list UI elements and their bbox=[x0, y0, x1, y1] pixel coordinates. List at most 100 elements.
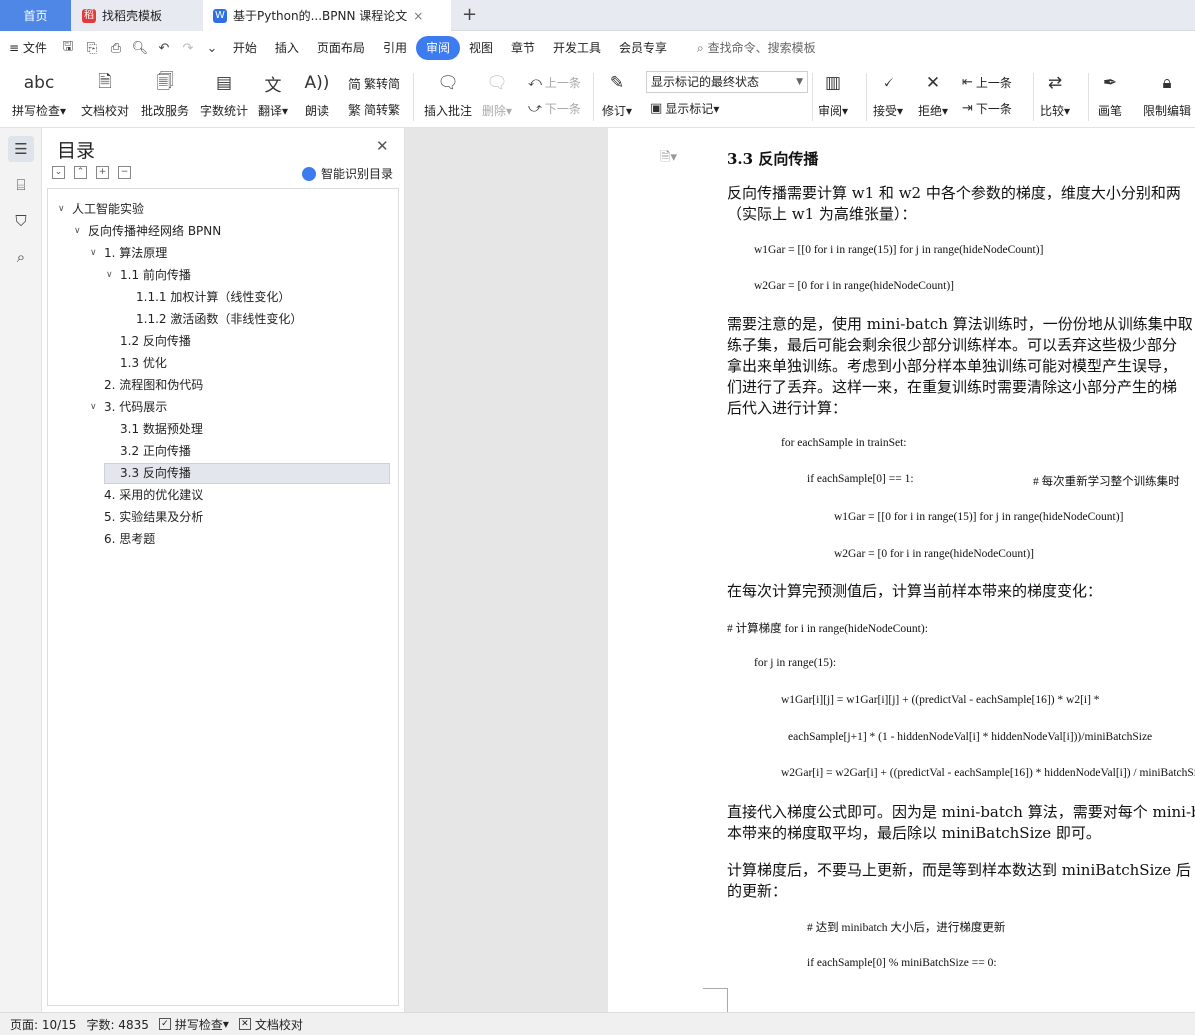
toc-item[interactable]: ∨3. 代码展示 bbox=[90, 397, 167, 418]
toc-item[interactable]: 2. 流程图和伪代码 bbox=[104, 375, 203, 396]
pen-button[interactable]: ✒画笔 bbox=[1097, 69, 1123, 119]
accept-button[interactable]: 🗸接受▾ bbox=[873, 69, 903, 119]
ribbon-divider bbox=[413, 73, 414, 121]
doc-check-button[interactable]: 🗎文档校对 bbox=[81, 69, 129, 119]
toc-item[interactable]: 3.1 数据预处理 bbox=[120, 419, 203, 440]
tab-home[interactable]: 首页 bbox=[0, 0, 71, 31]
chevron-down-icon[interactable]: ∨ bbox=[58, 199, 72, 220]
expand-all-icon[interactable]: ⌄ bbox=[52, 166, 65, 179]
command-search-label: 查找命令、搜索模板 bbox=[708, 41, 816, 55]
chevron-down-icon[interactable]: ∨ bbox=[106, 265, 120, 286]
chevron-down-icon[interactable]: ∨ bbox=[90, 397, 104, 418]
simp-to-trad-button[interactable]: 繁简转繁 bbox=[348, 100, 400, 119]
bookmark-icon[interactable]: ⛉ bbox=[8, 208, 34, 234]
ribbon-divider bbox=[866, 73, 867, 121]
doc-check-toggle[interactable]: ✕文档校对 bbox=[239, 1016, 303, 1033]
redo-icon[interactable]: ↷ bbox=[179, 39, 197, 57]
document-canvas[interactable]: 🗎▾ 3.3 反向传播 反向传播需要计算 w1 和 w2 中各个参数的梯度，维度… bbox=[405, 128, 1195, 1012]
checkbox-icon: ✕ bbox=[239, 1018, 251, 1030]
collapse-all-icon[interactable]: ⌃ bbox=[74, 166, 87, 179]
delete-comment-button[interactable]: 🗨删除▾ bbox=[482, 69, 512, 119]
revise-service-button[interactable]: 🗐批改服务 bbox=[141, 69, 189, 119]
find-icon[interactable]: ⌕ bbox=[8, 244, 34, 270]
toc-item[interactable]: 1.2 反向传播 bbox=[120, 331, 191, 352]
read-aloud-button[interactable]: A))朗读 bbox=[304, 69, 330, 119]
menu-member[interactable]: 会员专享 bbox=[610, 36, 676, 60]
restrict-edit-button[interactable]: 🔒︎限制编辑 bbox=[1143, 69, 1191, 119]
toc-item-label: 人工智能实验 bbox=[72, 199, 144, 220]
read-aloud-icon: A)) bbox=[304, 69, 330, 97]
track-changes-button[interactable]: ✎修订▾ bbox=[602, 69, 632, 119]
menu-chapter[interactable]: 章节 bbox=[502, 36, 544, 60]
toc-item[interactable]: 1.1.2 激活函数（非线性变化） bbox=[136, 309, 302, 330]
next-comment-button[interactable]: ⤻下一条 bbox=[528, 100, 581, 117]
review-pane-button[interactable]: ▥审阅▾ bbox=[818, 69, 848, 119]
page-indicator[interactable]: 页面: 10/15 bbox=[10, 1016, 76, 1033]
chevron-down-icon[interactable]: ∨ bbox=[74, 221, 88, 242]
toc-panel-icon[interactable]: ☰ bbox=[8, 136, 34, 162]
tab-close-icon[interactable]: × bbox=[413, 9, 423, 23]
file-menu[interactable]: ≡ 文件 bbox=[0, 36, 56, 60]
spell-check-button[interactable]: abc拼写检查▾ bbox=[12, 69, 66, 119]
command-search[interactable]: ⌕ 查找命令、搜索模板 bbox=[688, 36, 825, 60]
toc-item[interactable]: ∨反向传播神经网络 BPNN bbox=[74, 221, 221, 242]
toc-item[interactable]: 3.2 正向传播 bbox=[120, 441, 191, 462]
chevron-down-icon[interactable]: ∨ bbox=[90, 243, 104, 264]
menu-developer[interactable]: 开发工具 bbox=[544, 36, 610, 60]
tab-document[interactable]: W基于Python的...BPNN 课程论文× bbox=[203, 0, 451, 31]
toc-item[interactable]: 4. 采用的优化建议 bbox=[104, 485, 203, 506]
paragraph-line: 在每次计算完预测值后，计算当前样本带来的梯度变化： bbox=[727, 581, 1102, 602]
menu-insert[interactable]: 插入 bbox=[266, 36, 308, 60]
toc-item[interactable]: 5. 实验结果及分析 bbox=[104, 507, 203, 528]
spell-check-toggle[interactable]: ✓拼写检查 ▾ bbox=[159, 1016, 229, 1033]
toc-item[interactable]: 1.3 优化 bbox=[120, 353, 167, 374]
next-change-button[interactable]: ⇥下一条 bbox=[962, 100, 1012, 117]
toc-item[interactable]: ∨1.1 前向传播 bbox=[106, 265, 191, 286]
prev-comment-icon: ⤺ bbox=[528, 75, 542, 90]
toc-item[interactable]: ∨1. 算法原理 bbox=[90, 243, 167, 264]
code-line: for eachSample in trainSet: bbox=[781, 437, 907, 449]
prev-change-button[interactable]: ⇤上一条 bbox=[962, 74, 1012, 91]
menu-start[interactable]: 开始 bbox=[224, 36, 266, 60]
toc-item-selected[interactable]: 3.3 反向传播 bbox=[104, 463, 390, 484]
menu-references[interactable]: 引用 bbox=[374, 36, 416, 60]
doc-check-icon: 🗎 bbox=[92, 69, 118, 97]
word-count-indicator[interactable]: 字数: 4835 bbox=[86, 1016, 148, 1033]
save-icon[interactable]: 🖫 bbox=[59, 39, 77, 57]
add-level-icon[interactable]: + bbox=[96, 166, 109, 179]
menu-review[interactable]: 审阅 bbox=[416, 36, 460, 60]
chapter-nav-icon[interactable]: ⌸ bbox=[8, 172, 34, 198]
toc-item[interactable]: ∨人工智能实验 bbox=[58, 199, 144, 220]
print-icon[interactable]: ⎙ bbox=[107, 39, 125, 57]
tab-home-label: 首页 bbox=[23, 7, 47, 24]
toc-item[interactable]: 6. 思考题 bbox=[104, 529, 155, 550]
remove-level-icon[interactable]: − bbox=[118, 166, 131, 179]
toc-item[interactable]: 1.1.1 加权计算（线性变化） bbox=[136, 287, 290, 308]
compare-label: 比较 bbox=[1040, 104, 1064, 118]
compare-button[interactable]: ⇄比较▾ bbox=[1040, 69, 1070, 119]
paragraph-menu-icon[interactable]: 🗎▾ bbox=[660, 148, 677, 170]
new-tab-icon[interactable]: + bbox=[462, 4, 477, 25]
tab-template[interactable]: 稻找稻壳模板 bbox=[72, 0, 202, 31]
quick-access-chevron-icon[interactable]: ⌄ bbox=[203, 39, 221, 57]
print-preview-icon[interactable]: 🔍︎ bbox=[131, 39, 149, 57]
prev-comment-button[interactable]: ⤺上一条 bbox=[528, 74, 581, 91]
markup-state-select[interactable]: 显示标记的最终状态▼ bbox=[646, 71, 808, 93]
insert-comment-button[interactable]: 🗨插入批注 bbox=[424, 69, 472, 119]
menu-page-layout[interactable]: 页面布局 bbox=[308, 36, 374, 60]
export-pdf-icon[interactable]: ⎘ bbox=[83, 39, 101, 57]
smart-toc-button[interactable]: 智能识别目录 bbox=[302, 165, 393, 182]
translate-button[interactable]: 文翻译▾ bbox=[258, 69, 288, 119]
trad-to-simp-button[interactable]: 简繁转简 bbox=[348, 74, 400, 93]
chevron-down-icon: ▼ bbox=[796, 72, 803, 92]
show-markup-button[interactable]: ▣显示标记▾ bbox=[650, 100, 719, 117]
close-icon[interactable]: ✕ bbox=[376, 137, 389, 155]
toc-item-label: 3.1 数据预处理 bbox=[120, 419, 203, 440]
undo-icon[interactable]: ↶ bbox=[155, 39, 173, 57]
reject-button[interactable]: ✕拒绝▾ bbox=[918, 69, 948, 119]
code-line: if eachSample[0] == 1: bbox=[807, 473, 914, 485]
word-count-button[interactable]: ▤字数统计 bbox=[200, 69, 248, 119]
document-page[interactable]: 🗎▾ 3.3 反向传播 反向传播需要计算 w1 和 w2 中各个参数的梯度，维度… bbox=[608, 128, 1195, 1012]
menu-view[interactable]: 视图 bbox=[460, 36, 502, 60]
code-line: for j in range(15): bbox=[754, 657, 836, 669]
